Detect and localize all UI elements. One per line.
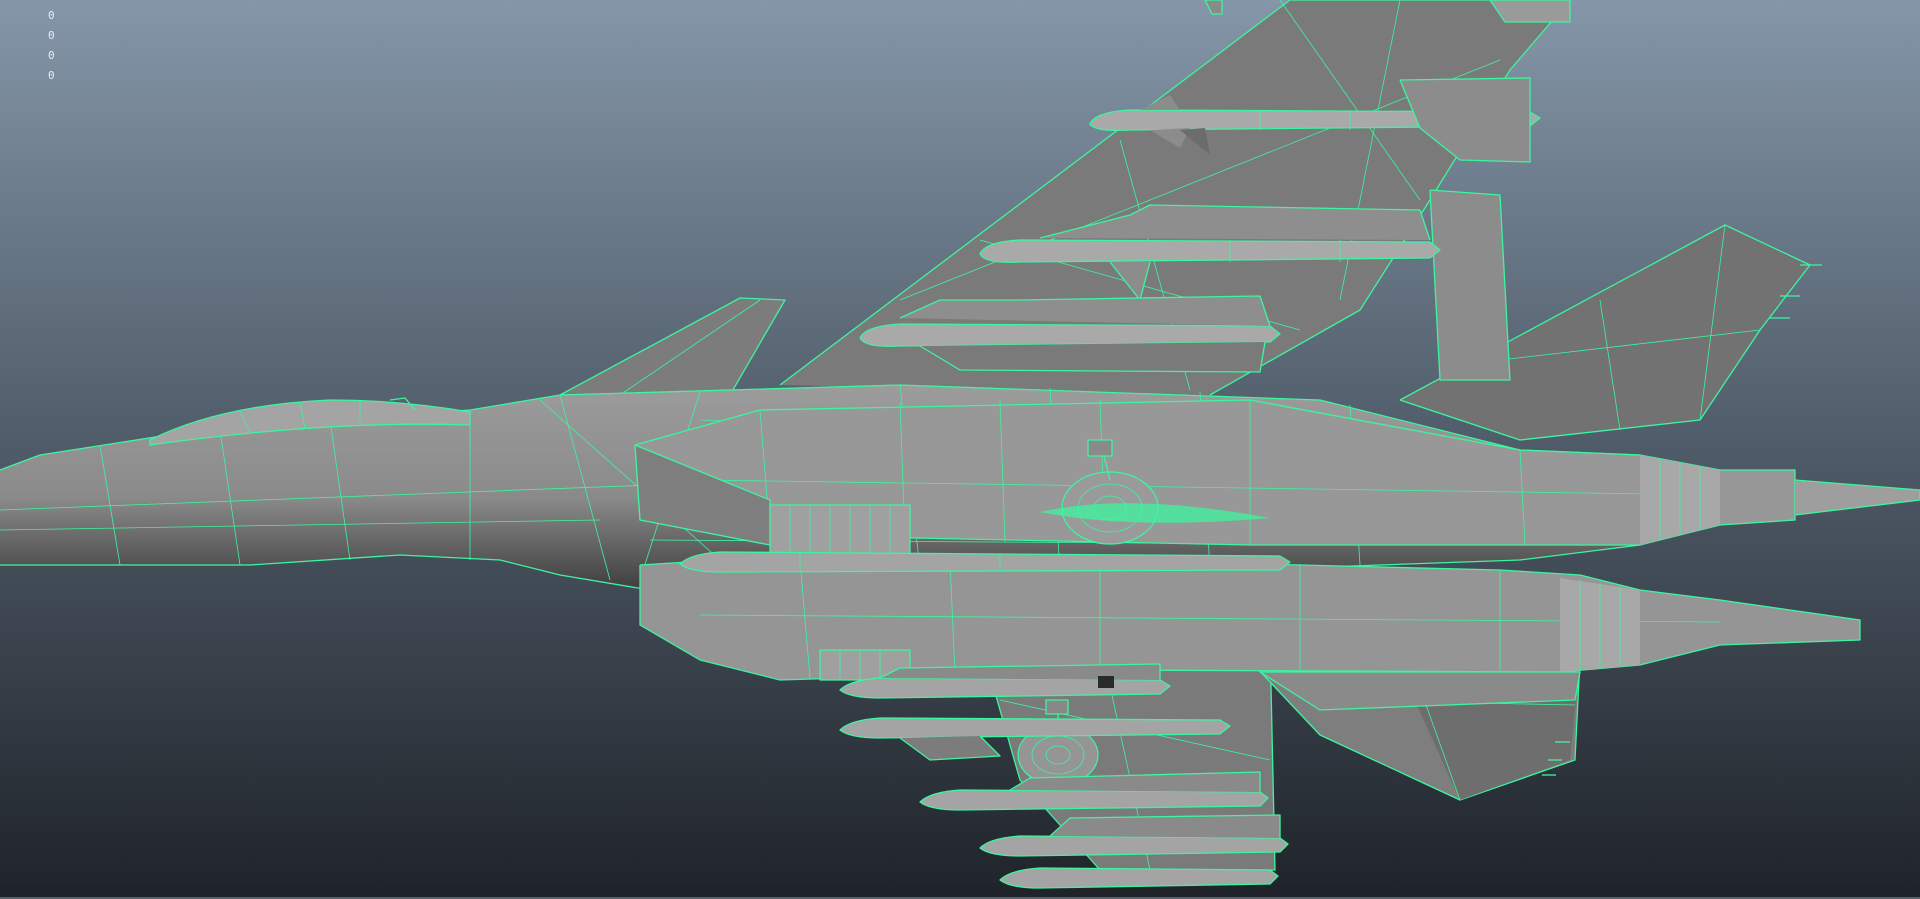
- hud-value: 0: [48, 49, 55, 62]
- hud-value: 0: [48, 69, 55, 82]
- scene-canvas[interactable]: [0, 0, 1920, 899]
- hud-value: 0: [48, 9, 55, 22]
- missile-lower-1: [679, 551, 1291, 573]
- hud-value: 0: [48, 29, 55, 42]
- 3d-viewport[interactable]: 0 0 0 0: [0, 0, 1920, 899]
- missile-lower-6: [999, 867, 1279, 889]
- hud-readout: 0 0 0 0: [48, 6, 55, 86]
